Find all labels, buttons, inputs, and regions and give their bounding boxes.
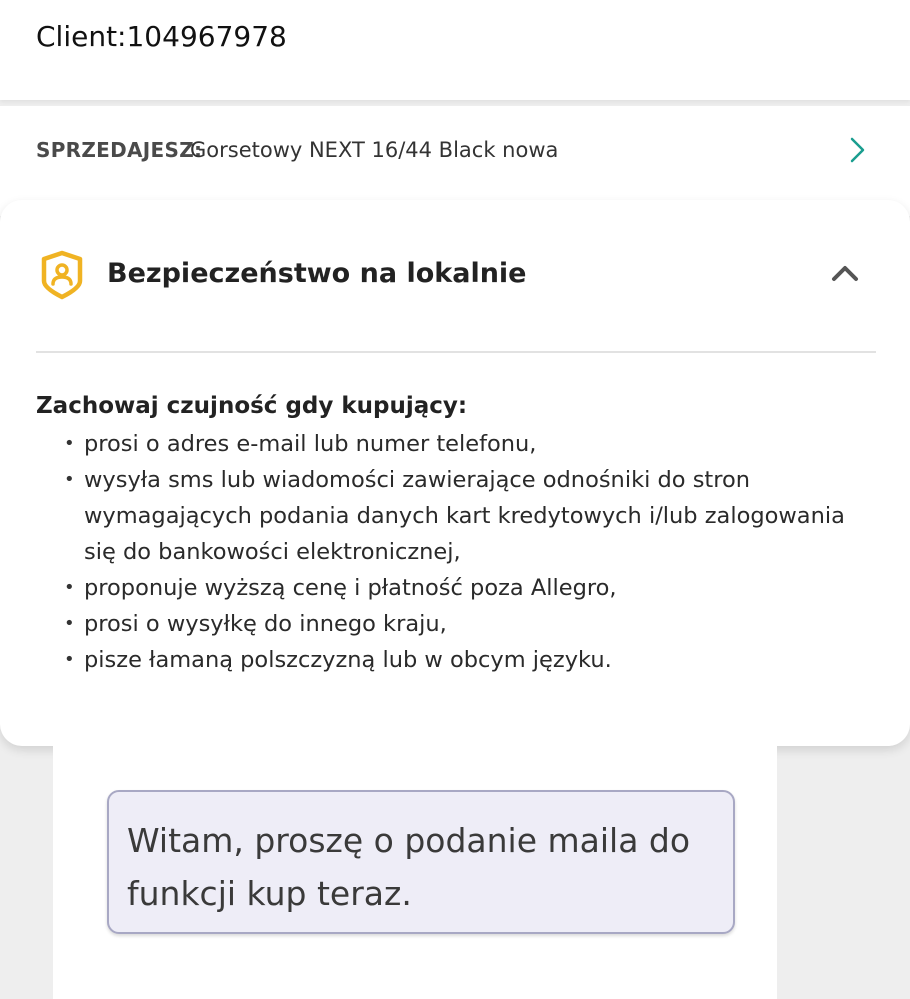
warning-list: prosi o adres e-mail lub numer telefonu,… [64, 426, 864, 678]
shield-user-icon [40, 250, 84, 300]
chevron-right-icon[interactable] [846, 136, 868, 164]
safety-card: Bezpieczeństwo na lokalnie Zachowaj czuj… [0, 200, 910, 746]
warning-item: proponuje wyższą cenę i płatność poza Al… [64, 570, 864, 606]
card-title: Bezpieczeństwo na lokalnie [107, 258, 527, 289]
warning-heading: Zachowaj czujność gdy kupujący: [36, 393, 468, 419]
warning-item: prosi o wysyłkę do innego kraju, [64, 606, 864, 642]
chat-area: Witam, proszę o podanie maila do funkcji… [53, 746, 777, 999]
divider [36, 351, 876, 353]
warning-item: wysyła sms lub wiadomości zawierające od… [64, 462, 864, 570]
message-text: Witam, proszę o podanie maila do funkcji… [127, 821, 691, 913]
message-bubble: Witam, proszę o podanie maila do funkcji… [107, 790, 735, 934]
offer-label: SPRZEDAJESZ: [36, 138, 203, 162]
top-header: Client:104967978 [0, 0, 910, 100]
warning-item: pisze łamaną polszczyzną lub w obcym jęz… [64, 642, 864, 678]
warning-item: prosi o adres e-mail lub numer telefonu, [64, 426, 864, 462]
chevron-up-icon[interactable] [826, 258, 864, 288]
client-title: Client:104967978 [36, 20, 287, 53]
offer-title: Gorsetowy NEXT 16/44 Black nowa [190, 138, 559, 162]
